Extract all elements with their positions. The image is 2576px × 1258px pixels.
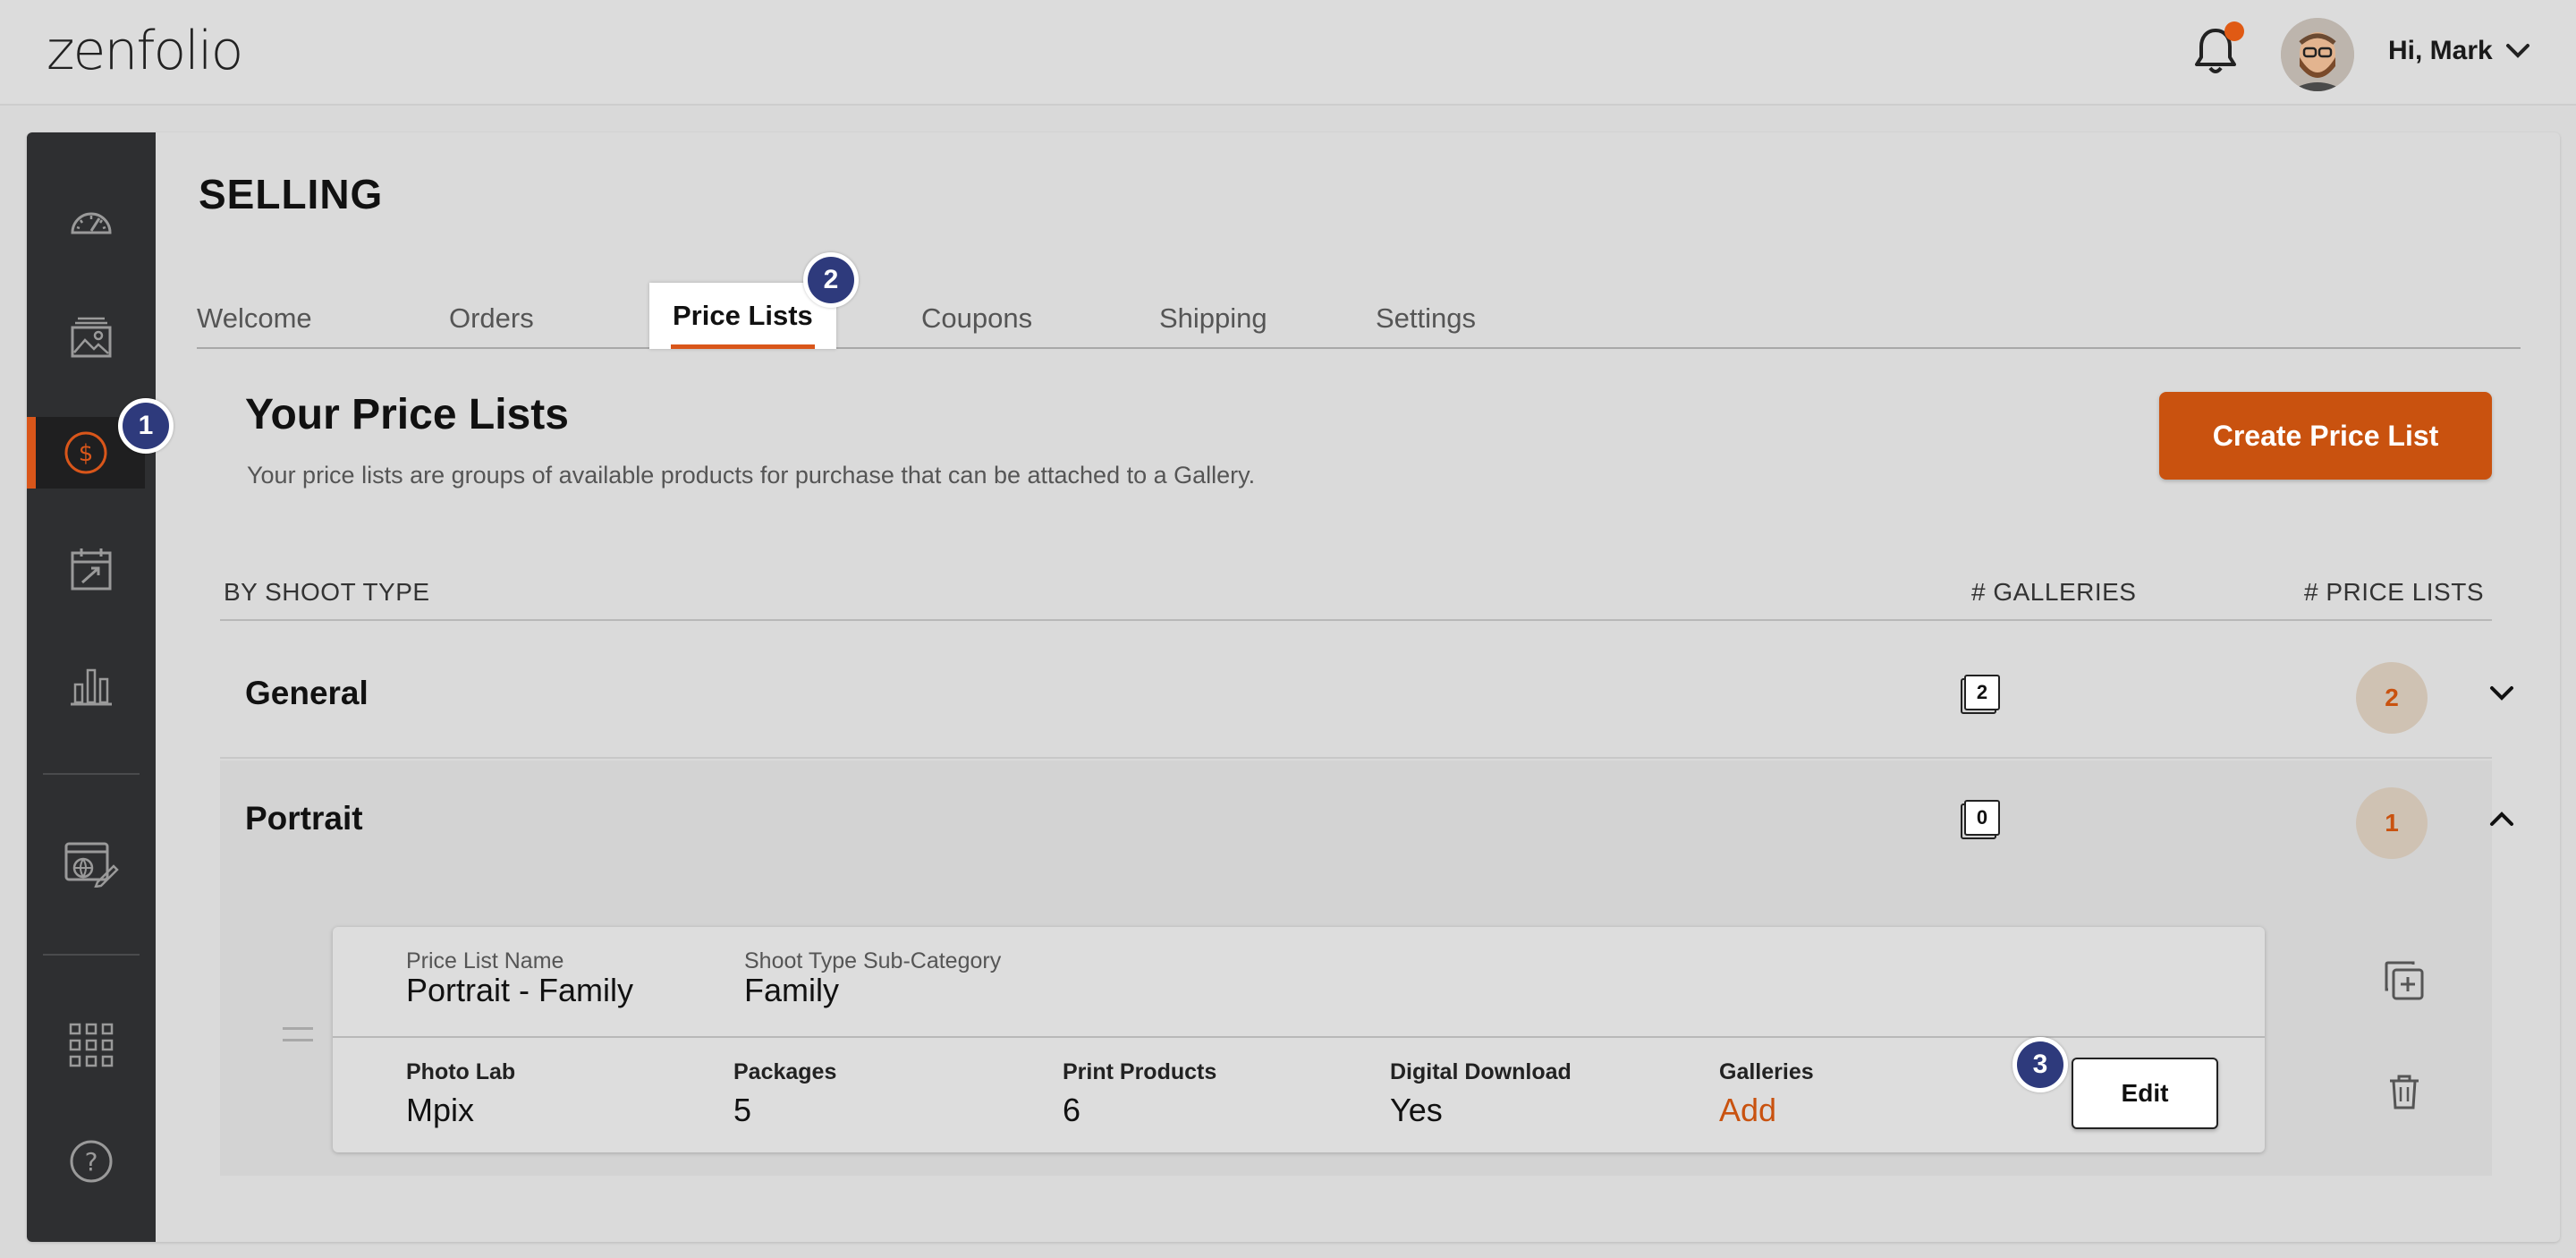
sidebar-item-booking[interactable] <box>27 533 156 605</box>
price-list-name-label: Price List Name <box>406 948 564 973</box>
digital-download-label: Digital Download <box>1390 1059 1572 1084</box>
step-marker-2-number: 2 <box>808 257 854 303</box>
step-marker-3: 3 <box>2012 1037 2068 1092</box>
galleries-count: 2 <box>1964 675 2000 710</box>
user-greeting[interactable]: Hi, Mark <box>2388 36 2493 66</box>
tab-settings[interactable]: Settings <box>1376 290 1476 347</box>
website-editor-icon <box>64 841 119 888</box>
galleries-count-icon: 0 <box>1961 800 2002 841</box>
sidebar-item-website[interactable] <box>27 829 156 900</box>
sidebar: $ ? <box>27 132 156 1242</box>
header-shoot-type: BY SHOOT TYPE <box>224 578 430 606</box>
svg-text:?: ? <box>85 1147 98 1177</box>
tab-bar: Welcome Orders Price Lists Coupons Shipp… <box>197 283 2521 349</box>
step-marker-2: 2 <box>803 252 859 308</box>
header-galleries: # GALLERIES <box>1971 578 2137 606</box>
group-name: General <box>245 675 369 711</box>
step-marker-1-number: 1 <box>123 403 169 449</box>
notification-dot <box>2224 21 2244 41</box>
group-name: Portrait <box>245 800 363 837</box>
packages-value: 5 <box>733 1092 752 1128</box>
print-products-value: 6 <box>1063 1092 1081 1128</box>
avatar[interactable] <box>2281 18 2354 91</box>
gallery-icon <box>71 315 112 358</box>
price-list-card-header: Price List Name Portrait - Family Shoot … <box>333 927 2265 1038</box>
active-indicator <box>27 417 36 489</box>
sidebar-item-dashboard[interactable] <box>27 184 156 256</box>
price-list-name-value: Portrait - Family <box>406 972 634 1008</box>
selling-dollar-icon: $ <box>64 430 108 475</box>
sidebar-divider <box>43 773 140 775</box>
step-marker-3-number: 3 <box>2017 1041 2063 1088</box>
section-subtitle: Your price lists are groups of available… <box>247 462 1256 489</box>
tab-welcome[interactable]: Welcome <box>197 290 312 347</box>
tab-shipping[interactable]: Shipping <box>1159 290 1267 347</box>
stats-icon <box>70 665 113 706</box>
chevron-down-icon[interactable] <box>2488 684 2515 703</box>
main-content: SELLING Welcome Orders Price Lists Coupo… <box>156 132 2560 1242</box>
photo-lab-label: Photo Lab <box>406 1059 516 1084</box>
add-galleries-link[interactable]: Add <box>1719 1092 1776 1129</box>
print-products-label: Print Products <box>1063 1059 1217 1084</box>
price-lists-count-badge: 1 <box>2356 787 2428 859</box>
tab-coupons[interactable]: Coupons <box>921 290 1032 347</box>
top-bar: zenfolio Hi, Mark <box>0 0 2576 106</box>
chevron-down-icon[interactable] <box>2504 41 2531 61</box>
sidebar-item-stats[interactable] <box>27 650 156 721</box>
sidebar-item-galleries[interactable] <box>27 301 156 372</box>
main-card: $ ? SELLING Welcome Orders Price Lists C… <box>27 132 2560 1242</box>
sidebar-item-help[interactable]: ? <box>27 1126 156 1197</box>
group-row-portrait[interactable]: Portrait 0 1 <box>220 761 2513 884</box>
group-row-general[interactable]: General 2 2 <box>220 635 2513 759</box>
dashboard-icon <box>69 202 114 238</box>
drag-handle-icon[interactable] <box>283 1027 313 1041</box>
sidebar-item-apps[interactable] <box>27 1009 156 1081</box>
digital-download-value: Yes <box>1390 1092 1443 1128</box>
price-lists-count-badge: 2 <box>2356 662 2428 734</box>
edit-button[interactable]: Edit <box>2072 1058 2218 1129</box>
galleries-label: Galleries <box>1719 1059 1814 1084</box>
apps-grid-icon <box>69 1023 114 1067</box>
header-price-lists: # PRICE LISTS <box>2304 578 2485 606</box>
sidebar-divider <box>43 954 140 956</box>
packages-label: Packages <box>733 1059 837 1084</box>
duplicate-icon[interactable] <box>2383 959 2426 1002</box>
help-icon: ? <box>69 1139 114 1184</box>
zenfolio-logo[interactable]: zenfolio <box>47 20 243 82</box>
calendar-icon <box>70 547 113 591</box>
chevron-up-icon[interactable] <box>2488 809 2515 829</box>
subcategory-value: Family <box>744 972 839 1008</box>
photo-lab-value: Mpix <box>406 1092 475 1128</box>
active-tab-underline <box>671 344 815 349</box>
galleries-count-icon: 2 <box>1961 675 2002 716</box>
create-price-list-button[interactable]: Create Price List <box>2159 392 2492 480</box>
svg-text:$: $ <box>79 440 94 467</box>
page-title: SELLING <box>199 171 384 217</box>
section-title: Your Price Lists <box>245 391 569 438</box>
price-list-card: Price List Name Portrait - Family Shoot … <box>333 927 2265 1152</box>
subcategory-label: Shoot Type Sub-Category <box>744 948 1002 973</box>
galleries-count: 0 <box>1964 800 2000 836</box>
table-header: BY SHOOT TYPE # GALLERIES # PRICE LISTS <box>220 565 2492 621</box>
step-marker-1: 1 <box>118 398 174 454</box>
tab-price-lists-label: Price Lists <box>673 300 813 331</box>
tab-orders[interactable]: Orders <box>449 290 534 347</box>
trash-icon[interactable] <box>2385 1072 2428 1115</box>
